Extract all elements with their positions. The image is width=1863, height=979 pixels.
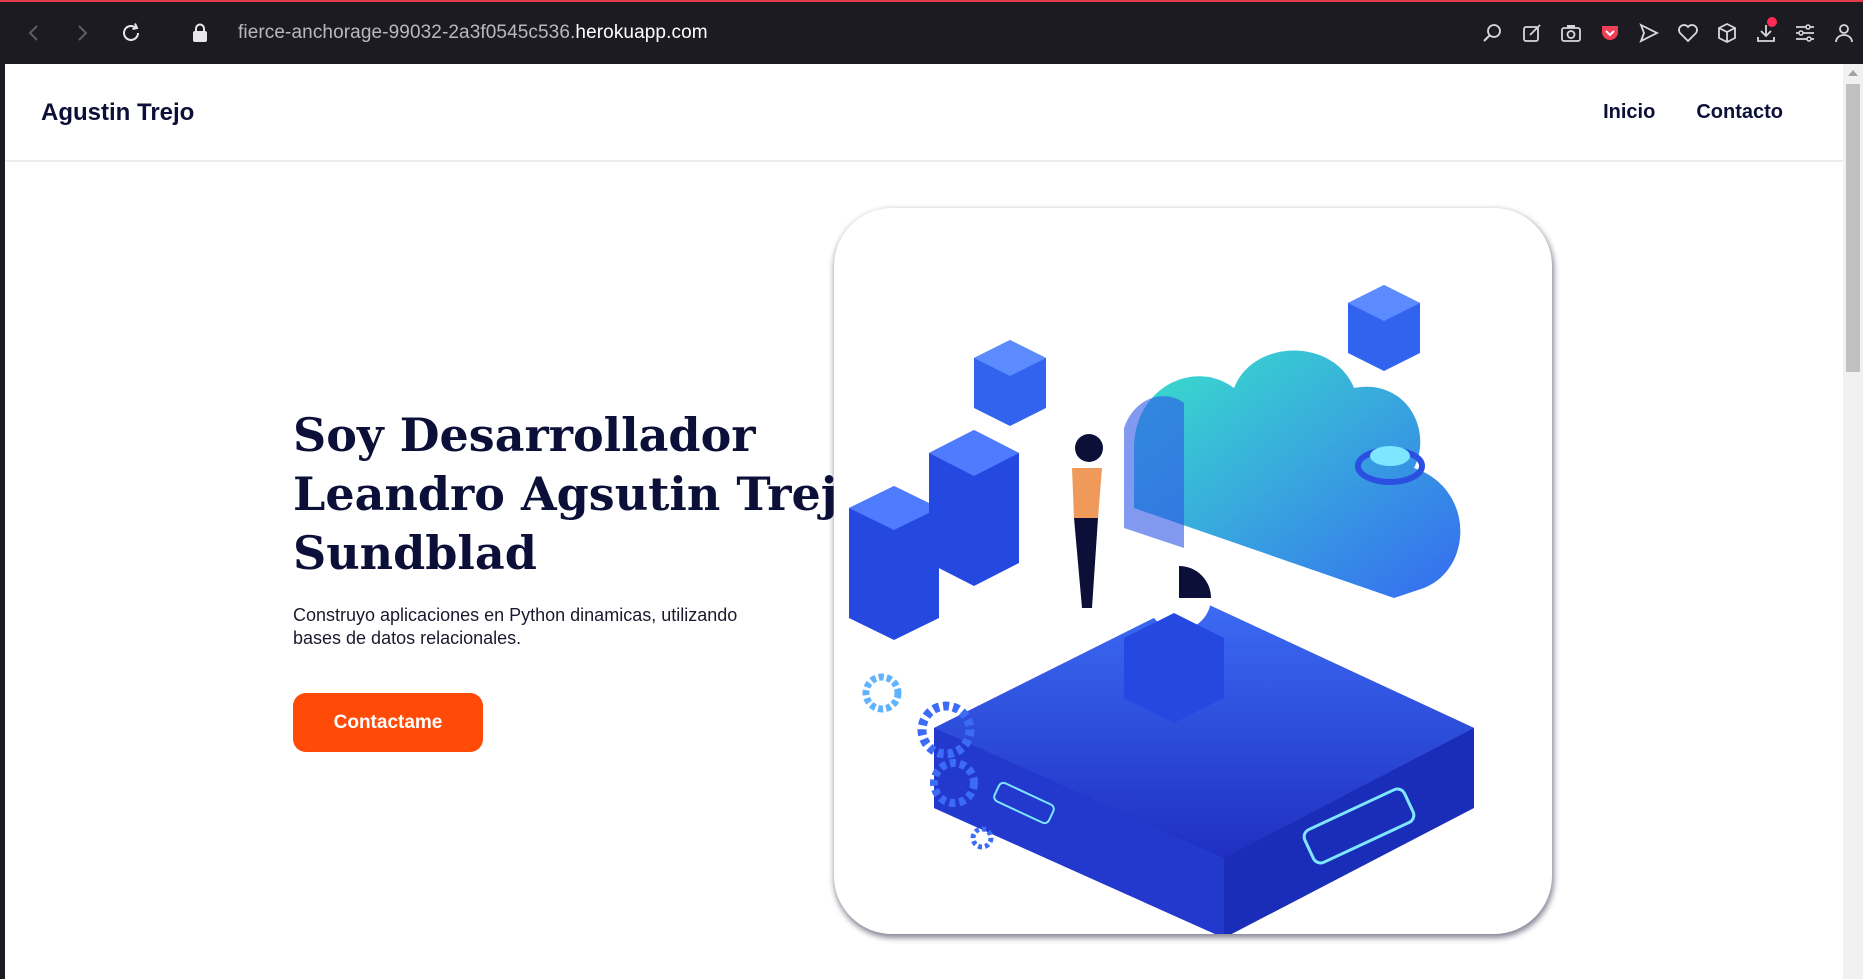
lock-button[interactable] — [183, 16, 217, 50]
heart-icon — [1677, 24, 1698, 43]
address-bar[interactable]: fierce-anchorage-99032-2a3f0545c536.hero… — [238, 22, 708, 44]
page-viewport: Agustin Trejo Inicio Contacto Soy Desarr… — [5, 64, 1843, 979]
downloads-button[interactable] — [1746, 16, 1785, 50]
nav-link-inicio[interactable]: Inicio — [1603, 101, 1655, 124]
url-host: herokuapp.com — [575, 22, 708, 43]
site-header: Agustin Trejo Inicio Contacto — [5, 64, 1843, 162]
hero-title-line: Soy Desarrollador — [293, 408, 756, 462]
brand-logo[interactable]: Agustin Trejo — [41, 99, 194, 127]
send-button[interactable] — [1629, 16, 1668, 50]
hero-subtitle-line: Construyo aplicaciones en Python dinamic… — [293, 605, 738, 625]
contact-button[interactable]: Contactame — [293, 693, 483, 752]
screenshot-button[interactable] — [1551, 16, 1590, 50]
pocket-icon — [1601, 26, 1618, 40]
nav-link-contacto[interactable]: Contacto — [1696, 101, 1783, 124]
pocket-button[interactable] — [1590, 16, 1629, 50]
hero-illustration — [834, 208, 1552, 934]
url-path: fierce-anchorage-99032-2a3f0545c536. — [238, 22, 576, 43]
lock-icon — [193, 23, 207, 42]
forward-arrow-icon — [78, 25, 88, 41]
hero-title-line: Leandro Agsutin Trejo — [293, 467, 869, 521]
reload-icon — [123, 23, 139, 41]
forward-button[interactable] — [65, 16, 99, 50]
hero-subtitle: Construyo aplicaciones en Python dinamic… — [293, 604, 813, 650]
settings-button[interactable] — [1785, 16, 1824, 50]
extensions-button[interactable] — [1707, 16, 1746, 50]
hero-title-line: Sundblad — [293, 526, 537, 580]
back-button[interactable] — [17, 16, 51, 50]
search-page-button[interactable] — [1473, 16, 1512, 50]
send-icon — [1638, 23, 1659, 43]
download-badge — [1767, 17, 1777, 27]
sliders-icon — [1795, 24, 1814, 42]
user-icon — [1834, 24, 1853, 43]
camera-icon — [1560, 25, 1581, 42]
favorites-button[interactable] — [1668, 16, 1707, 50]
main-nav: Inicio Contacto — [1603, 101, 1783, 124]
back-arrow-icon — [28, 25, 38, 41]
scrollbar-thumb[interactable] — [1846, 84, 1860, 372]
scroll-up-arrow-icon[interactable] — [1848, 70, 1858, 76]
reload-button[interactable] — [114, 16, 148, 50]
edit-share-icon — [1522, 24, 1541, 42]
cloud-server-illustration-icon — [849, 285, 1474, 934]
page-scrollbar[interactable] — [1843, 64, 1863, 979]
browser-toolbar: fierce-anchorage-99032-2a3f0545c536.hero… — [0, 0, 1863, 64]
search-icon — [1482, 24, 1501, 42]
hero-subtitle-line: bases de datos relacionales. — [293, 628, 522, 648]
hero-title: Soy Desarrollador Leandro Agsutin Trejo … — [293, 406, 869, 583]
profile-button[interactable] — [1824, 16, 1863, 50]
snapshot-edit-button[interactable] — [1512, 16, 1551, 50]
toolbar-icons — [1473, 16, 1863, 50]
cube-icon — [1717, 22, 1736, 44]
